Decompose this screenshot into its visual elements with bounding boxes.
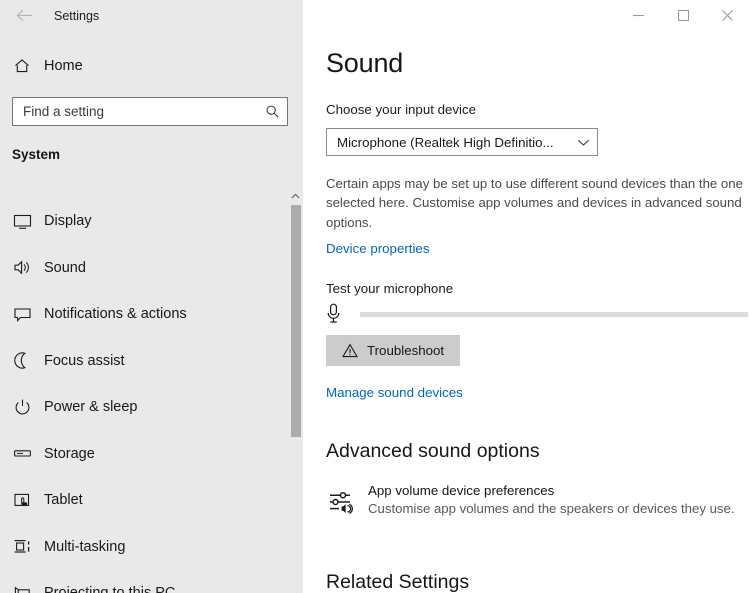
app-volume-device-preferences-item[interactable]: App volume device preferences Customise … bbox=[326, 483, 746, 516]
input-device-label: Choose your input device bbox=[326, 102, 477, 117]
back-button[interactable] bbox=[8, 0, 42, 31]
input-device-dropdown[interactable]: Microphone (Realtek High Definitio... bbox=[326, 128, 598, 156]
moon-icon bbox=[0, 351, 44, 370]
window-title: Settings bbox=[54, 8, 100, 23]
troubleshoot-button-label: Troubleshoot bbox=[367, 343, 445, 358]
troubleshoot-button[interactable]: Troubleshoot bbox=[326, 335, 461, 366]
drive-icon bbox=[0, 444, 44, 463]
advanced-sound-options-heading: Advanced sound options bbox=[326, 440, 540, 462]
scrollbar-thumb[interactable] bbox=[291, 205, 301, 437]
sidebar-section-header: System bbox=[12, 147, 61, 162]
microphone-level-meter bbox=[326, 301, 748, 327]
sidebar-scrollbar[interactable] bbox=[288, 188, 303, 593]
device-properties-link[interactable]: Device properties bbox=[326, 241, 429, 256]
chevron-down-icon bbox=[569, 138, 597, 147]
power-icon bbox=[0, 398, 44, 417]
speaker-icon bbox=[0, 258, 44, 277]
sidebar-item-label: Projecting to this PC bbox=[44, 585, 175, 593]
sidebar-item-label: Focus assist bbox=[44, 352, 125, 369]
search-icon[interactable] bbox=[257, 98, 287, 125]
sidebar-item-projecting-to-this-pc[interactable]: Projecting to this PC bbox=[0, 570, 288, 593]
sidebar-item-home-label: Home bbox=[44, 58, 83, 74]
sound-description-text: Certain apps may be set up to use differ… bbox=[326, 176, 743, 230]
sidebar-item-focus-assist[interactable]: Focus assist bbox=[0, 338, 288, 385]
warning-triangle-icon bbox=[342, 343, 358, 358]
tablet-hand-icon bbox=[0, 491, 44, 510]
sidebar-item-tablet[interactable]: Tablet bbox=[0, 477, 288, 524]
page-title: Sound bbox=[326, 48, 404, 78]
project-screen-icon bbox=[0, 584, 44, 593]
multitask-icon bbox=[0, 537, 44, 556]
search-box[interactable] bbox=[12, 97, 288, 126]
sidebar-item-display[interactable]: Display bbox=[0, 198, 288, 245]
maximize-button[interactable] bbox=[661, 0, 705, 31]
app-volume-subtitle: Customise app volumes and the speakers o… bbox=[368, 501, 735, 516]
title-bar: Settings bbox=[0, 0, 750, 31]
minimize-icon bbox=[632, 14, 644, 17]
minimize-button[interactable] bbox=[616, 0, 660, 31]
close-button[interactable] bbox=[705, 0, 749, 31]
title-bar-left-region bbox=[0, 0, 303, 31]
related-settings-heading: Related Settings bbox=[326, 571, 470, 593]
settings-window: Home System Display bbox=[0, 0, 750, 593]
microphone-level-bar bbox=[360, 311, 748, 317]
manage-sound-devices-link[interactable]: Manage sound devices bbox=[326, 385, 463, 400]
sidebar-item-notifications-actions[interactable]: Notifications & actions bbox=[0, 291, 288, 338]
microphone-icon bbox=[326, 303, 356, 325]
app-volume-title: App volume device preferences bbox=[368, 483, 555, 498]
close-icon bbox=[721, 10, 733, 21]
sidebar-item-multi-tasking[interactable]: Multi-tasking bbox=[0, 524, 288, 571]
sidebar-item-label: Multi-tasking bbox=[44, 538, 126, 555]
sidebar-item-label: Power & sleep bbox=[44, 399, 138, 416]
back-arrow-icon bbox=[16, 9, 32, 22]
home-icon bbox=[0, 57, 44, 75]
sidebar-item-home[interactable]: Home bbox=[0, 51, 290, 81]
monitor-icon bbox=[0, 212, 44, 231]
maximize-icon bbox=[677, 9, 689, 22]
sidebar: Home System Display bbox=[0, 0, 303, 593]
sidebar-item-label: Notifications & actions bbox=[44, 306, 187, 323]
sidebar-item-power-sleep[interactable]: Power & sleep bbox=[0, 384, 288, 431]
main-content: Sound Choose your input device Microphon… bbox=[303, 0, 750, 593]
input-device-selected-value: Microphone (Realtek High Definitio... bbox=[337, 134, 554, 150]
volume-mixer-icon bbox=[326, 483, 356, 515]
sidebar-item-label: Storage bbox=[44, 445, 95, 462]
sidebar-item-storage[interactable]: Storage bbox=[0, 431, 288, 478]
sidebar-item-label: Tablet bbox=[44, 492, 83, 509]
sidebar-nav-list: Display Sound Notifications & actions Fo… bbox=[0, 198, 288, 593]
chevron-up-icon[interactable] bbox=[288, 188, 303, 205]
sidebar-item-label: Sound bbox=[44, 259, 86, 276]
search-input[interactable] bbox=[13, 98, 257, 125]
test-microphone-label: Test your microphone bbox=[326, 281, 454, 296]
sidebar-item-label: Display bbox=[44, 213, 92, 230]
speech-bubble-icon bbox=[0, 305, 44, 324]
sidebar-item-sound[interactable]: Sound bbox=[0, 245, 288, 292]
